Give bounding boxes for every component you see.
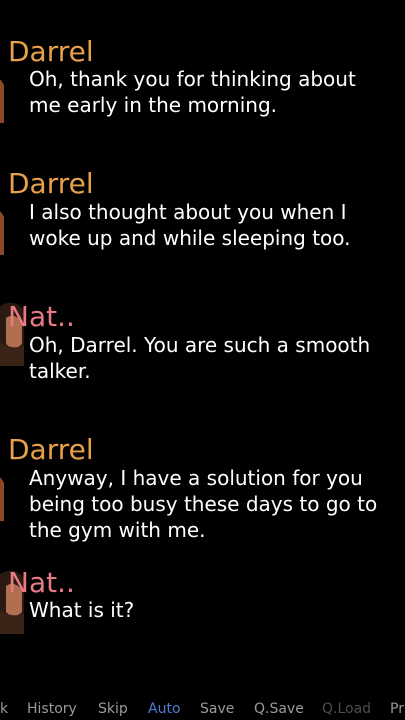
history-entry: Darrel Oh, thank you for thinking about … [0, 35, 405, 125]
dialogue-line: being too busy these days to go to [29, 492, 378, 516]
history-screen: Darrel Oh, thank you for thinking about … [0, 0, 405, 720]
speaker-name: Darrel [8, 35, 94, 68]
quick-load-button[interactable]: Q.Load [322, 699, 371, 719]
history-entry: Nat.. Oh, Darrel. You are such a smooth … [0, 300, 405, 390]
auto-button[interactable]: Auto [148, 699, 181, 719]
history-entry: Darrel I also thought about you when I w… [0, 167, 405, 257]
history-entry: Nat.. What is it? [0, 566, 405, 636]
speaker-name: Darrel [8, 167, 94, 200]
darrel-side-image [0, 195, 10, 255]
preferences-button[interactable]: Pr [390, 699, 404, 719]
dialogue-line: me early in the morning. [29, 93, 277, 117]
speaker-name: Nat.. [8, 566, 75, 599]
dialogue-line: Anyway, I have a solution for you [29, 466, 363, 490]
dialogue-line: Oh, thank you for thinking about [29, 67, 356, 91]
back-button[interactable]: k [0, 699, 8, 719]
dialogue-line: What is it? [29, 598, 135, 622]
dialogue-line: I also thought about you when I [29, 200, 347, 224]
quick-save-button[interactable]: Q.Save [254, 699, 304, 719]
darrel-side-image [0, 461, 10, 521]
darrel-side-image [0, 63, 10, 123]
history-button[interactable]: History [27, 699, 77, 719]
dialogue-line: talker. [29, 359, 91, 383]
skip-button[interactable]: Skip [98, 699, 128, 719]
dialogue-line: Oh, Darrel. You are such a smooth [29, 333, 371, 357]
speaker-name: Nat.. [8, 300, 75, 333]
speaker-name: Darrel [8, 433, 94, 466]
dialogue-line: woke up and while sleeping too. [29, 226, 351, 250]
dialogue-line: the gym with me. [29, 518, 206, 542]
save-button[interactable]: Save [200, 699, 234, 719]
quick-menu: k History Skip Auto Save Q.Save Q.Load P… [0, 696, 405, 720]
history-entry: Darrel Anyway, I have a solution for you… [0, 433, 405, 548]
